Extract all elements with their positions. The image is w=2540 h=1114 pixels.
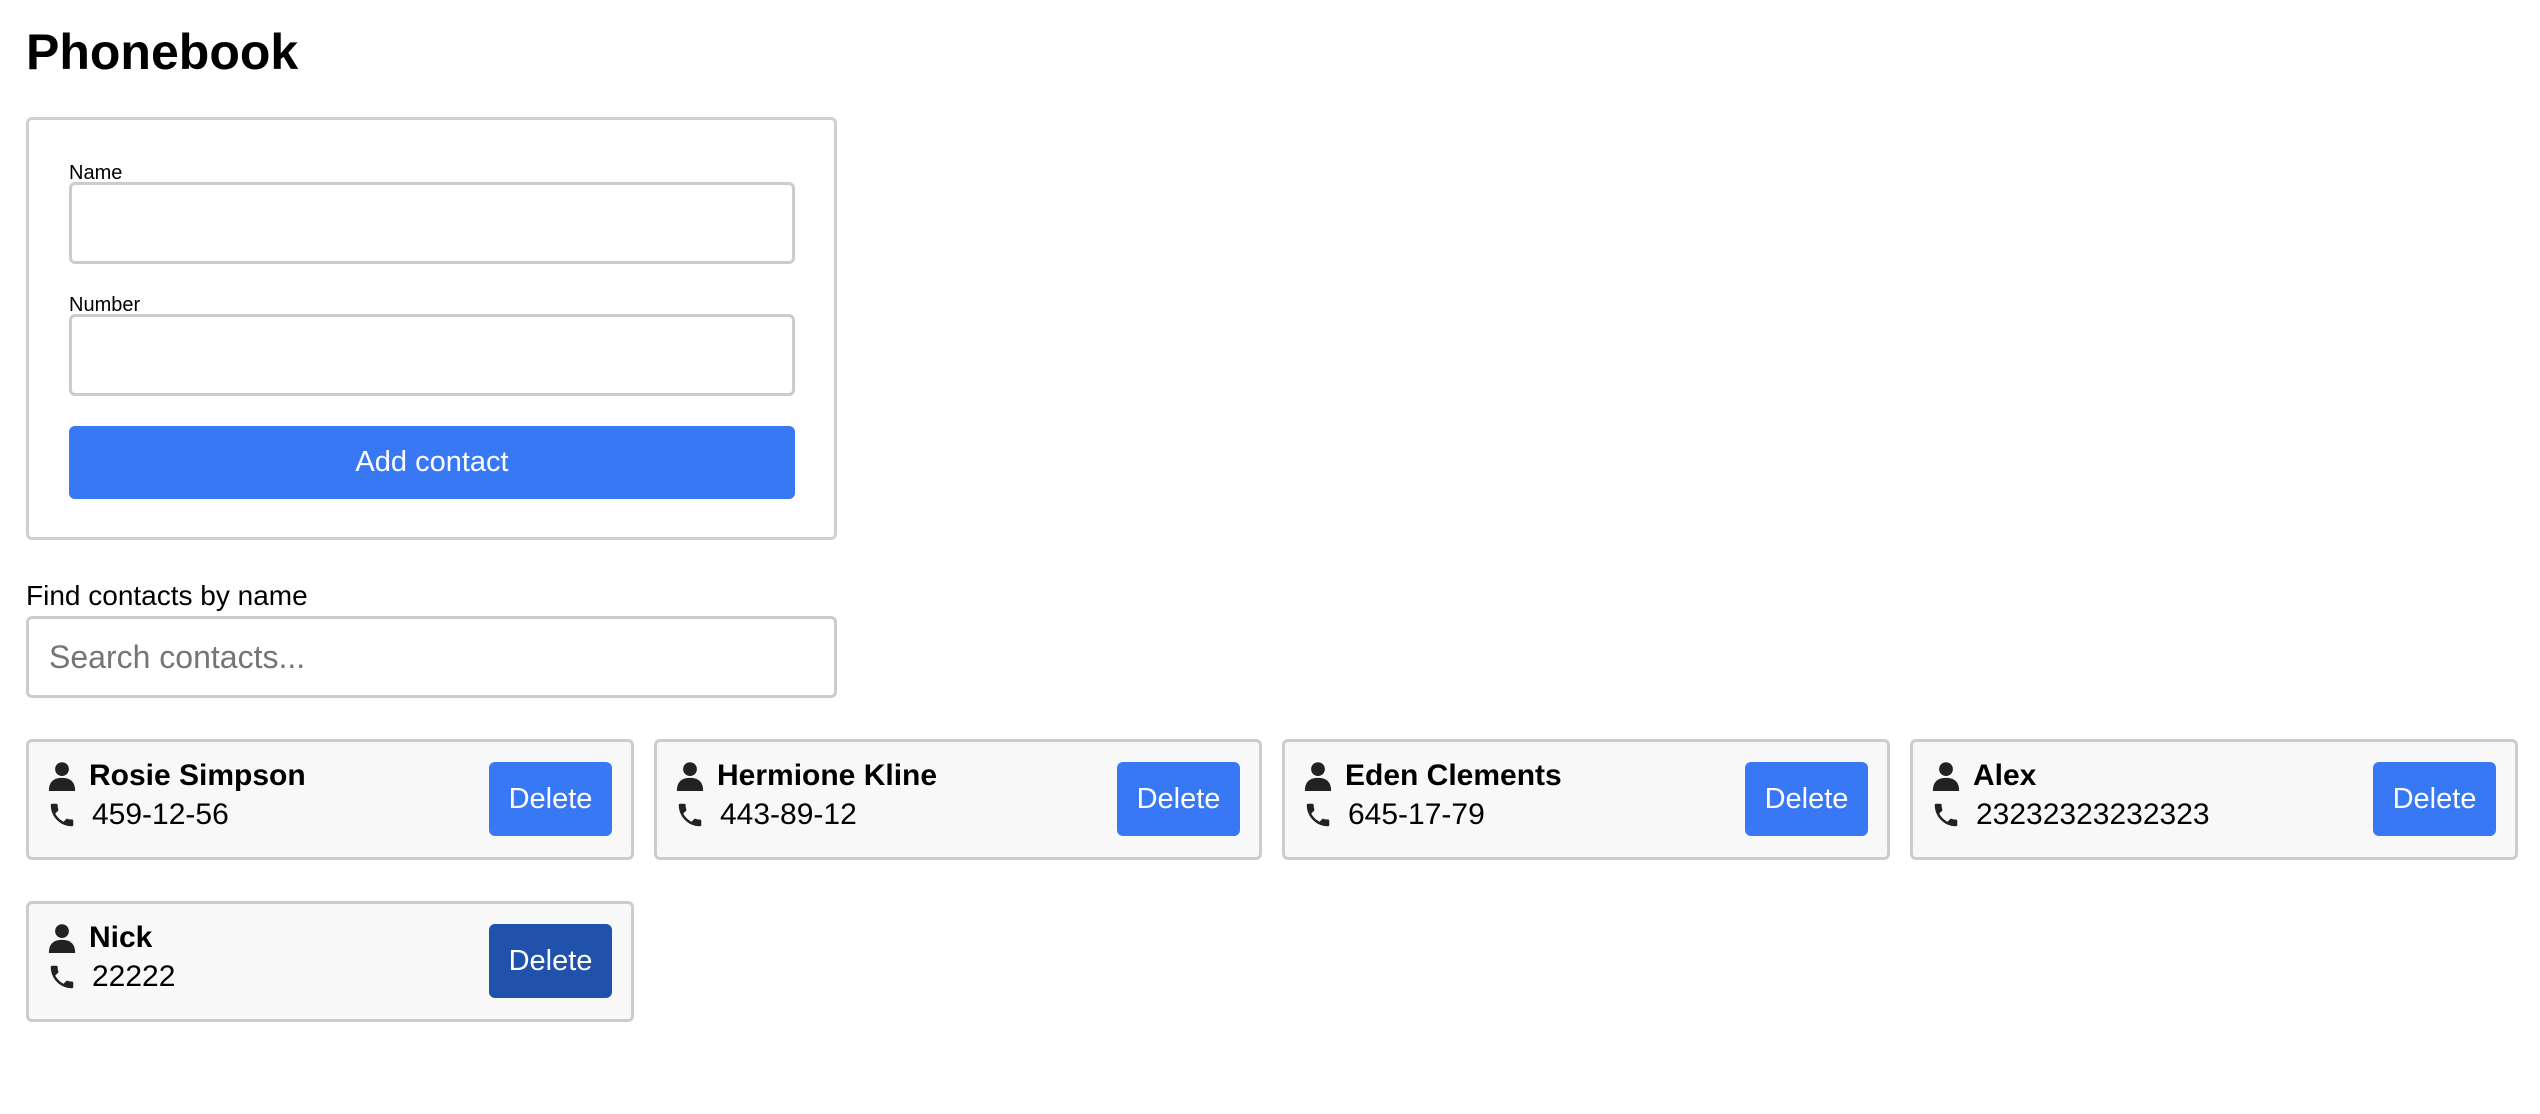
user-icon xyxy=(47,923,77,953)
contact-number: 23232323232323 xyxy=(1976,798,2210,831)
contact-number: 459-12-56 xyxy=(92,798,229,831)
contact-number: 443-89-12 xyxy=(720,798,857,831)
delete-button[interactable]: Delete xyxy=(489,762,612,836)
contact-card: Rosie Simpson 459-12-56 Delete xyxy=(26,739,634,860)
contact-card: Eden Clements 645-17-79 Delete xyxy=(1282,739,1890,860)
phone-icon xyxy=(1303,800,1333,830)
user-icon xyxy=(47,761,77,791)
add-contact-button[interactable]: Add contact xyxy=(69,426,795,499)
name-label: Name xyxy=(69,162,123,184)
phone-icon xyxy=(1931,800,1961,830)
name-input[interactable] xyxy=(69,182,795,264)
contact-card: Nick 22222 Delete xyxy=(26,901,634,1022)
phone-icon xyxy=(675,800,705,830)
contact-name-row: Eden Clements xyxy=(1303,758,1562,794)
add-contact-form: Name Number Add contact xyxy=(26,117,837,540)
delete-button[interactable]: Delete xyxy=(2373,762,2496,836)
contact-name-row: Alex xyxy=(1931,758,2036,794)
contact-card: Alex 23232323232323 Delete xyxy=(1910,739,2518,860)
contact-number-row: 645-17-79 xyxy=(1303,797,1485,833)
contact-number-row: 23232323232323 xyxy=(1931,797,2210,833)
contact-card: Hermione Kline 443-89-12 Delete xyxy=(654,739,1262,860)
contact-name-row: Hermione Kline xyxy=(675,758,937,794)
page-title: Phonebook xyxy=(26,24,299,80)
phonebook-page: Phonebook Name Number Add contact Find c… xyxy=(0,0,2540,1114)
contact-name: Eden Clements xyxy=(1345,759,1562,792)
number-label: Number xyxy=(69,294,141,316)
user-icon xyxy=(1931,761,1961,791)
contact-number-row: 443-89-12 xyxy=(675,797,857,833)
contact-number: 645-17-79 xyxy=(1348,798,1485,831)
contact-name-row: Rosie Simpson xyxy=(47,758,306,794)
phone-icon xyxy=(47,800,77,830)
search-input[interactable] xyxy=(26,616,837,698)
contact-name: Nick xyxy=(89,921,153,954)
contact-name: Hermione Kline xyxy=(717,759,938,792)
phone-icon xyxy=(47,962,77,992)
number-input[interactable] xyxy=(69,314,795,396)
contact-number: 22222 xyxy=(92,960,176,993)
contact-name: Alex xyxy=(1973,759,2037,792)
delete-button[interactable]: Delete xyxy=(1117,762,1240,836)
user-icon xyxy=(1303,761,1333,791)
contact-number-row: 459-12-56 xyxy=(47,797,229,833)
user-icon xyxy=(675,761,705,791)
delete-button[interactable]: Delete xyxy=(1745,762,1868,836)
filter-label: Find contacts by name xyxy=(26,580,308,611)
contact-name: Rosie Simpson xyxy=(89,759,306,792)
delete-button[interactable]: Delete xyxy=(489,924,612,998)
contact-name-row: Nick xyxy=(47,920,152,956)
contact-number-row: 22222 xyxy=(47,959,175,995)
